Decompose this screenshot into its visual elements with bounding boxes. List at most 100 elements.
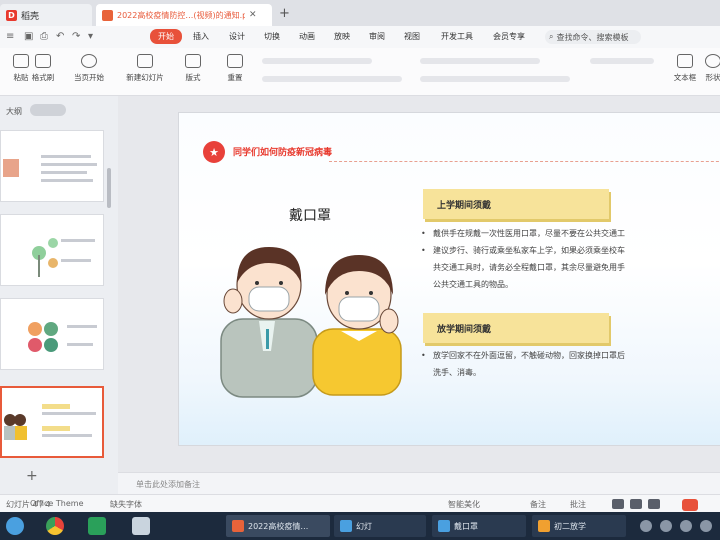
menu-review[interactable]: 审阅	[369, 31, 385, 42]
menu-home[interactable]: 开始	[150, 29, 182, 44]
slide-thumbnail-2[interactable]	[0, 214, 104, 286]
close-tab-icon[interactable]: ✕	[249, 10, 257, 20]
new-slide-label: 新建幻灯片	[126, 73, 164, 82]
taskbar-window-title: 初二放学	[554, 521, 586, 531]
bullet-text: 戴供手在规戴一次性医用口罩，尽量不要在公共交通工	[433, 229, 625, 238]
taskbar-window-ppt[interactable]: 2022高校疫情…	[226, 515, 330, 537]
status-bar: 幻灯片 4 / 4 Office Theme 缺失字体 智能美化 备注 批注	[0, 494, 720, 512]
font-style-row[interactable]	[262, 76, 402, 82]
slide-2-preview	[1, 215, 103, 285]
menu-view[interactable]: 视图	[404, 31, 420, 42]
undo-icon[interactable]: ↶	[56, 31, 64, 42]
menu-member[interactable]: 会员专享	[493, 31, 525, 42]
taskbar-window-3[interactable]: 戴口罩	[432, 515, 526, 537]
slide-1-preview	[1, 131, 103, 201]
layout-button[interactable]: 版式	[172, 54, 214, 83]
menu-animation[interactable]: 动画	[299, 31, 315, 42]
section-school-bullets[interactable]: • 戴供手在规戴一次性医用口罩，尽量不要在公共交通工 • 建议步行、骑行或乘坐私家车…	[421, 225, 720, 293]
tray-icon[interactable]	[660, 520, 672, 532]
print-icon[interactable]: ⎙	[40, 31, 48, 42]
play-from-current-label: 当页开始	[74, 73, 104, 82]
window-icon	[438, 520, 450, 532]
tray-icon[interactable]	[680, 520, 692, 532]
normal-view-icon[interactable]	[612, 499, 624, 509]
reset-label: 重置	[227, 73, 243, 82]
menu-slideshow[interactable]: 放映	[334, 31, 350, 42]
document-title: 2022高校疫情防控…(视频)的通知.pptx	[117, 10, 245, 20]
missing-font-indicator[interactable]: 缺失字体	[110, 499, 142, 510]
masked-children-illustration	[220, 247, 402, 398]
shape-button[interactable]: 形状	[692, 54, 720, 83]
font-format-row[interactable]	[262, 58, 372, 64]
slides-tab[interactable]	[30, 104, 66, 116]
dropdown-icon[interactable]: ▾	[88, 31, 93, 42]
window-icon	[538, 520, 550, 532]
layout-label: 版式	[185, 73, 201, 82]
ppt-window-icon	[232, 520, 244, 532]
section-heading-school[interactable]: 上学期间须戴	[423, 189, 609, 219]
menu-icon[interactable]: ≡	[6, 31, 14, 42]
window-icon	[340, 520, 352, 532]
start-icon[interactable]	[6, 517, 24, 535]
reset-button[interactable]: 重置	[214, 54, 256, 83]
format-painter-label: 格式刷	[31, 73, 55, 82]
slide-thumbnail-3[interactable]	[0, 298, 104, 370]
comments-toggle[interactable]: 批注	[570, 499, 586, 510]
slide-title[interactable]: 同学们如何防疫新冠病毒	[233, 145, 332, 158]
taskbar-window-title: 2022高校疫情…	[248, 521, 309, 531]
tray-icon[interactable]	[700, 520, 712, 532]
menu-developer[interactable]: 开发工具	[441, 31, 473, 42]
app-logo-icon: D	[6, 9, 17, 21]
tray-icon[interactable]	[640, 520, 652, 532]
slide-thumbnail-4[interactable]	[0, 386, 104, 458]
reading-view-icon[interactable]	[648, 499, 660, 509]
section-heading-after-school[interactable]: 放学期间须戴	[423, 313, 609, 343]
play-slideshow-icon[interactable]	[682, 499, 698, 511]
reset-icon	[227, 54, 243, 68]
tab-bar: D 稻壳 2022高校疫情防控…(视频)的通知.pptx ✕ +	[0, 0, 720, 26]
bullet-text: 建议步行、骑行或乘坐私家车上学，如果必须乘坐校车	[433, 246, 625, 255]
taskbar-window-2[interactable]: 幻灯	[334, 515, 426, 537]
command-search[interactable]: ⌕ 查找命令、搜索模板	[545, 30, 641, 44]
menu-transition[interactable]: 切换	[264, 31, 280, 42]
outline-tab[interactable]: 大纲	[6, 106, 22, 117]
app-name: 稻壳	[21, 11, 40, 22]
notes-toggle[interactable]: 备注	[530, 499, 546, 510]
search-icon: ⌕	[549, 32, 554, 41]
thumbnail-scrollbar[interactable]	[107, 168, 111, 208]
chrome-icon[interactable]	[46, 517, 64, 535]
app-icon[interactable]	[132, 517, 150, 535]
new-slide-icon	[137, 54, 153, 68]
section-after-school-bullets[interactable]: • 放学回家不在外面逗留，不触碰动物，回家换掉口罩后 洗手、消毒。	[421, 347, 720, 381]
bullet-text: 洗手、消毒。	[433, 368, 481, 377]
add-slide-icon[interactable]: +	[26, 468, 38, 484]
smart-beautify-button[interactable]: 智能美化	[448, 499, 480, 510]
shape-label: 形状	[705, 73, 720, 82]
format-painter-button[interactable]: 格式刷	[22, 54, 64, 83]
alignment-row[interactable]	[420, 76, 570, 82]
new-slide-button[interactable]: 新建幻灯片	[124, 54, 166, 83]
taskbar-window-4[interactable]: 初二放学	[532, 515, 626, 537]
slide-editor[interactable]: ★ 同学们如何防疫新冠病毒 戴口罩 上学期间须戴 • 戴供手在规戴一次性医用口罩，…	[178, 112, 720, 446]
sorter-view-icon[interactable]	[630, 499, 642, 509]
document-tab[interactable]: 2022高校疫情防控…(视频)的通知.pptx ✕	[96, 4, 272, 26]
star-badge-icon: ★	[203, 141, 225, 163]
slide-thumbnail-pane: 大纲 +	[0, 96, 118, 494]
arrange-row[interactable]	[590, 58, 654, 64]
app-tab[interactable]: D 稻壳	[0, 4, 92, 26]
wechat-icon[interactable]	[88, 517, 106, 535]
format-painter-icon	[35, 54, 51, 68]
redo-icon[interactable]: ↷	[72, 31, 80, 42]
taskbar-window-title: 幻灯	[356, 521, 372, 531]
save-icon[interactable]: ▣	[24, 31, 33, 42]
taskbar-window-title: 戴口罩	[454, 521, 478, 531]
menu-insert[interactable]: 插入	[193, 31, 209, 42]
play-from-current-button[interactable]: 当页开始	[68, 54, 110, 83]
menu-design[interactable]: 设计	[229, 31, 245, 42]
new-tab-icon[interactable]: +	[279, 6, 290, 21]
title-divider	[329, 161, 720, 162]
notes-input[interactable]: 单击此处添加备注	[118, 472, 720, 494]
paragraph-row[interactable]	[420, 58, 540, 64]
bullet-text: 共交通工具时，请务必全程戴口罩，其余尽量避免用手	[433, 263, 625, 272]
slide-thumbnail-1[interactable]	[0, 130, 104, 202]
